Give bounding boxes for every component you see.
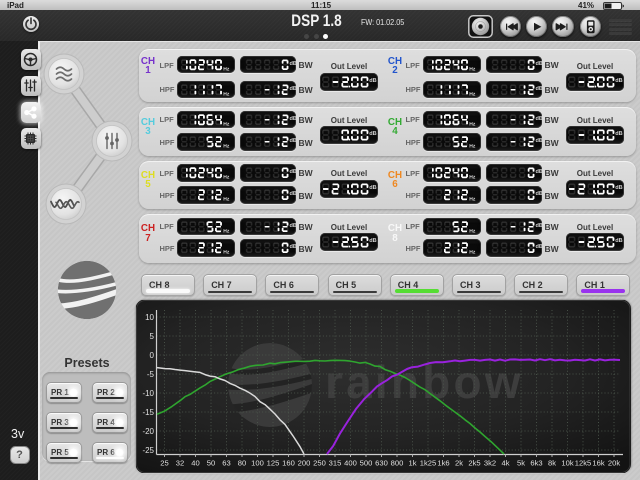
svg-text:12k5: 12k5	[575, 459, 591, 468]
svg-text:Hz: Hz	[223, 121, 230, 127]
svg-text:800: 800	[391, 459, 404, 468]
svg-text:40: 40	[191, 459, 199, 468]
svg-text:1k6: 1k6	[437, 459, 449, 468]
svg-text:10: 10	[145, 313, 154, 322]
svg-text:dB: dB	[615, 184, 622, 191]
svg-text:dB: dB	[289, 243, 296, 250]
svg-text:1k: 1k	[408, 459, 416, 468]
svg-text:630: 630	[375, 459, 388, 468]
svg-text:3k2: 3k2	[484, 459, 496, 468]
svg-text:Hz: Hz	[223, 197, 230, 203]
svg-text:6k3: 6k3	[530, 459, 542, 468]
svg-text:Hz: Hz	[469, 91, 476, 97]
svg-text:Hz: Hz	[223, 175, 230, 181]
svg-text:dB: dB	[615, 77, 622, 84]
svg-text:2k: 2k	[455, 459, 463, 468]
svg-text:-10: -10	[142, 389, 154, 398]
svg-text:dB: dB	[289, 84, 296, 91]
svg-text:dB: dB	[535, 137, 542, 144]
svg-text:dB: dB	[615, 130, 622, 137]
svg-text:8k: 8k	[548, 459, 556, 468]
svg-text:dB: dB	[369, 184, 376, 191]
svg-text:dB: dB	[289, 137, 296, 144]
svg-text:Hz: Hz	[469, 228, 476, 234]
svg-text:dB: dB	[289, 114, 296, 121]
svg-text:dB: dB	[535, 60, 542, 67]
svg-text:dB: dB	[535, 221, 542, 228]
svg-text:Hz: Hz	[469, 250, 476, 256]
svg-text:16k: 16k	[592, 459, 604, 468]
svg-text:Hz: Hz	[469, 197, 476, 203]
svg-text:Hz: Hz	[469, 121, 476, 127]
svg-text:0: 0	[150, 351, 155, 360]
svg-text:dB: dB	[535, 190, 542, 197]
svg-text:160: 160	[282, 459, 295, 468]
svg-text:5: 5	[150, 332, 155, 341]
svg-text:315: 315	[329, 459, 342, 468]
svg-text:1k25: 1k25	[420, 459, 436, 468]
svg-text:50: 50	[207, 459, 215, 468]
svg-text:Hz: Hz	[223, 144, 230, 150]
svg-text:Hz: Hz	[469, 175, 476, 181]
svg-text:4k: 4k	[501, 459, 509, 468]
svg-text:dB: dB	[535, 114, 542, 121]
svg-text:dB: dB	[289, 221, 296, 228]
svg-text:dB: dB	[289, 190, 296, 197]
svg-text:dB: dB	[289, 60, 296, 67]
svg-text:500: 500	[360, 459, 373, 468]
svg-text:dB: dB	[369, 130, 376, 137]
svg-text:80: 80	[238, 459, 246, 468]
svg-text:250: 250	[313, 459, 326, 468]
svg-text:100: 100	[251, 459, 264, 468]
svg-text:Hz: Hz	[469, 144, 476, 150]
svg-text:Hz: Hz	[223, 250, 230, 256]
svg-text:dB: dB	[369, 77, 376, 84]
svg-text:-5: -5	[147, 370, 155, 379]
svg-text:dB: dB	[369, 237, 376, 244]
svg-text:32: 32	[176, 459, 184, 468]
svg-text:2k5: 2k5	[468, 459, 480, 468]
svg-text:5k: 5k	[517, 459, 525, 468]
svg-text:dB: dB	[535, 243, 542, 250]
svg-text:-20: -20	[142, 427, 154, 436]
svg-text:dB: dB	[615, 237, 622, 244]
svg-text:25: 25	[160, 459, 168, 468]
svg-text:200: 200	[298, 459, 311, 468]
svg-text:125: 125	[267, 459, 280, 468]
svg-text:Hz: Hz	[223, 228, 230, 234]
svg-text:Hz: Hz	[469, 66, 476, 72]
svg-text:-25: -25	[142, 446, 154, 455]
svg-text:dB: dB	[289, 168, 296, 175]
svg-text:dB: dB	[535, 168, 542, 175]
svg-text:dB: dB	[535, 84, 542, 91]
svg-text:10k: 10k	[561, 459, 573, 468]
svg-text:63: 63	[222, 459, 230, 468]
svg-text:Hz: Hz	[223, 91, 230, 97]
svg-text:Hz: Hz	[223, 66, 230, 72]
svg-text:-15: -15	[142, 408, 154, 417]
svg-text:400: 400	[344, 459, 357, 468]
svg-text:20k: 20k	[608, 459, 620, 468]
